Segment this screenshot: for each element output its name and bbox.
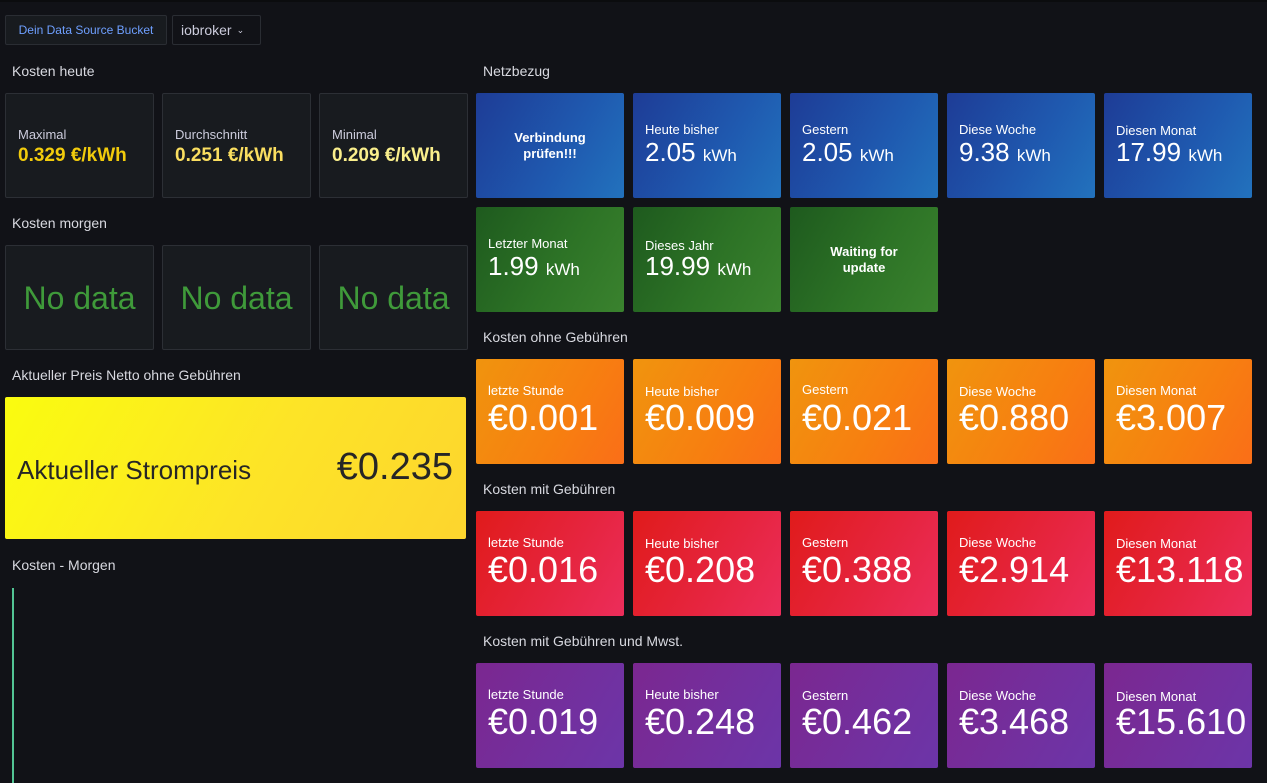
kosten-mit-monat-panel[interactable]: Diesen Monat €13.118 [1104,511,1252,616]
bucket-variable-select[interactable]: iobroker ⌄ [172,15,261,45]
netzbezug-status-panel[interactable]: Verbindung prüfen!!! [476,93,624,198]
netzbezug-monat-panel[interactable]: Diesen Monat 17.99 kWh [1104,93,1252,198]
stat-label: Gestern [802,535,849,550]
kosten-mwst-title: Kosten mit Gebühren und Mwst. [483,633,683,649]
stat-value: €13.118 [1116,549,1244,590]
bucket-variable-value: iobroker [181,22,232,38]
kosten-mwst-monat-panel[interactable]: Diesen Monat €15.610 [1104,663,1252,768]
top-border [0,0,1267,2]
stat-label: letzte Stunde [488,535,564,550]
kosten-mwst-gestern-panel[interactable]: Gestern €0.462 [790,663,938,768]
strompreis-value: €0.235 [336,446,453,488]
stat-label: letzte Stunde [488,687,564,702]
kosten-morgen-title: Kosten morgen [12,215,107,231]
kosten-mit-stunde-panel[interactable]: letzte Stunde €0.016 [476,511,624,616]
netzbezug-gestern-panel[interactable]: Gestern 2.05 kWh [790,93,938,198]
kosten-morgen-panel[interactable]: No data [319,245,468,350]
netzbezug-title: Netzbezug [483,63,550,79]
stat-value: €15.610 [1116,701,1247,742]
stat-value: €0.021 [802,397,913,438]
kosten-heute-title: Kosten heute [12,63,95,79]
stat-label: Heute bisher [645,687,719,702]
netzbezug-letzter-monat-panel[interactable]: Letzter Monat 1.99 kWh [476,207,624,312]
stat-value: 2.05 kWh [645,137,737,167]
status-message: Verbindung prüfen!!! [514,129,586,161]
kosten-mit-woche-panel[interactable]: Diese Woche €2.914 [947,511,1095,616]
no-data-text: No data [23,280,136,316]
stat-label: Gestern [802,382,849,397]
stat-value: €0.208 [645,549,756,590]
no-data-text: No data [337,280,450,316]
stat-value: 1.99 kWh [488,251,580,281]
status-message: Waiting for update [830,243,898,275]
stat-value: 9.38 kWh [959,137,1051,167]
kosten-ohne-gestern-panel[interactable]: Gestern €0.021 [790,359,938,464]
stat-label: Diese Woche [959,122,1037,137]
strompreis-label: Aktueller Strompreis [17,455,252,485]
kosten-heute-minimal-panel[interactable]: Minimal 0.209 €/kWh [319,93,468,198]
stat-value: €0.019 [488,701,599,742]
chevron-down-icon: ⌄ [236,25,245,35]
kosten-ohne-monat-panel[interactable]: Diesen Monat €3.007 [1104,359,1252,464]
stat-value: €0.462 [802,701,913,742]
netzbezug-waiting-panel[interactable]: Waiting for update [790,207,938,312]
stat-value: €0.009 [645,397,756,438]
stat-label: Letzter Monat [488,236,568,251]
kosten-heute-durchschnitt-panel[interactable]: Durchschnitt 0.251 €/kWh [162,93,311,198]
stat-value: €0.880 [959,397,1070,438]
kosten-morgen-panel[interactable]: No data [162,245,311,350]
stat-label: Diesen Monat [1116,123,1197,138]
stat-value: 17.99 kWh [1116,137,1223,167]
kosten-ohne-heute-panel[interactable]: Heute bisher €0.009 [633,359,781,464]
kosten-ohne-woche-panel[interactable]: Diese Woche €0.880 [947,359,1095,464]
stat-label: Gestern [802,122,849,137]
stat-value: €2.914 [959,549,1070,590]
kosten-mwst-woche-panel[interactable]: Diese Woche €3.468 [947,663,1095,768]
netzbezug-heute-panel[interactable]: Heute bisher 2.05 kWh [633,93,781,198]
netzbezug-woche-panel[interactable]: Diese Woche 9.38 kWh [947,93,1095,198]
stat-value: 0.251 €/kWh [175,145,284,166]
stat-label: Diese Woche [959,535,1037,550]
stat-value: €0.388 [802,549,913,590]
stat-value: €0.001 [488,397,599,438]
kosten-ohne-stunde-panel[interactable]: letzte Stunde €0.001 [476,359,624,464]
stat-label: Maximal [18,127,67,142]
no-data-text: No data [180,280,293,316]
stat-value: 2.05 kWh [802,137,894,167]
stat-value: €3.468 [959,701,1070,742]
stat-value: €0.016 [488,549,599,590]
kosten-ohne-title: Kosten ohne Gebühren [483,329,628,345]
kosten-mwst-stunde-panel[interactable]: letzte Stunde €0.019 [476,663,624,768]
bucket-variable-label: Dein Data Source Bucket [5,15,167,45]
stat-label: letzte Stunde [488,383,564,398]
kosten-mit-title: Kosten mit Gebühren [483,481,616,497]
kosten-mit-gestern-panel[interactable]: Gestern €0.388 [790,511,938,616]
stat-value: €0.248 [645,701,756,742]
kosten-heute-maximal-panel[interactable]: Maximal 0.329 €/kWh [5,93,154,198]
kosten-morgen-chart-title: Kosten - Morgen [12,557,116,573]
kosten-morgen-panel[interactable]: No data [5,245,154,350]
stat-label: Diesen Monat [1116,383,1197,398]
stat-value: €3.007 [1116,397,1227,438]
aktueller-preis-title: Aktueller Preis Netto ohne Gebühren [12,367,241,383]
kosten-mit-heute-panel[interactable]: Heute bisher €0.208 [633,511,781,616]
kosten-mwst-heute-panel[interactable]: Heute bisher €0.248 [633,663,781,768]
stat-value: 0.329 €/kWh [18,145,127,166]
netzbezug-jahr-panel[interactable]: Dieses Jahr 19.99 kWh [633,207,781,312]
chart-series-line [12,588,14,783]
stat-value: 0.209 €/kWh [332,145,441,166]
stat-value: 19.99 kWh [645,251,752,281]
stat-label: Heute bisher [645,122,719,137]
stat-label: Durchschnitt [175,127,248,142]
stat-label: Minimal [332,127,377,142]
aktueller-strompreis-panel[interactable]: Aktueller Strompreis €0.235 [5,397,466,539]
